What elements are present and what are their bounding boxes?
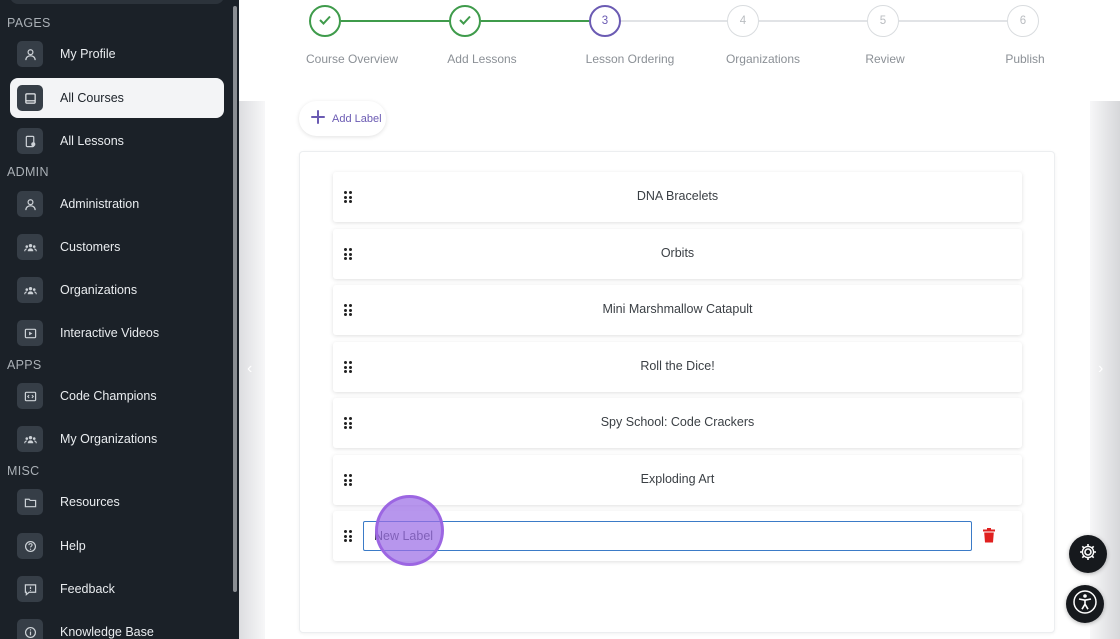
sidebar-item-label: Administration (60, 197, 140, 211)
code-icon (17, 383, 43, 409)
sidebar: PAGES My Profile All Courses All Lessons… (0, 0, 239, 639)
add-label-button[interactable]: Add Label (299, 101, 386, 136)
label-name-input[interactable] (363, 521, 972, 551)
sidebar-item-partial[interactable] (10, 0, 224, 4)
click-indicator (375, 495, 444, 566)
sidebar-item-feedback[interactable]: Feedback (10, 569, 224, 609)
step-2-label: Add Lessons (447, 52, 517, 66)
group-icon (17, 234, 43, 260)
accessibility-button[interactable] (1066, 585, 1104, 623)
sidebar-item-administration[interactable]: Administration (10, 184, 224, 224)
lesson-row[interactable]: DNA Bracelets (333, 172, 1022, 222)
sidebar-item-my-profile[interactable]: My Profile (10, 34, 224, 74)
plus-icon (311, 110, 325, 124)
sidebar-item-code-champions[interactable]: Code Champions (10, 376, 224, 416)
lesson-row[interactable]: Orbits (333, 229, 1022, 279)
sidebar-item-label: Interactive Videos (60, 326, 160, 340)
sidebar-item-label: Knowledge Base (60, 625, 154, 639)
lesson-row[interactable]: Roll the Dice! (333, 342, 1022, 392)
check-icon (319, 15, 331, 28)
lesson-title: Orbits (660, 246, 695, 260)
step-connector (899, 20, 1007, 22)
help-icon (17, 533, 43, 559)
course-stepper: 3 4 5 6 Course Overview Add Lessons Less… (239, 0, 1120, 80)
sidebar-item-all-lessons[interactable]: All Lessons (10, 121, 224, 161)
gear-icon (1078, 542, 1098, 567)
sidebar-item-label: Code Champions (60, 389, 157, 403)
lesson-title: Exploding Art (640, 472, 715, 486)
step-connector (759, 20, 867, 22)
step-1-circle[interactable] (309, 5, 341, 37)
sidebar-item-label: Feedback (60, 582, 115, 596)
group-icon (17, 426, 43, 452)
lesson-row[interactable]: Exploding Art (333, 455, 1022, 505)
sidebar-item-label: Customers (60, 240, 121, 254)
lesson-title: Mini Marshmallow Catapult (602, 302, 753, 316)
section-label-apps: APPS (7, 358, 42, 372)
step-6-circle[interactable]: 6 (1007, 5, 1039, 37)
sidebar-item-resources[interactable]: Resources (10, 482, 224, 522)
group-icon (17, 277, 43, 303)
sidebar-item-all-courses[interactable]: All Courses (10, 78, 224, 118)
settings-button[interactable] (1069, 535, 1107, 573)
main-content: 3 4 5 6 Course Overview Add Lessons Less… (239, 0, 1120, 639)
section-label-misc: MISC (7, 464, 40, 478)
sidebar-item-label: All Courses (60, 91, 124, 105)
step-1-label: Course Overview (305, 52, 399, 66)
step-5-circle[interactable]: 5 (867, 5, 899, 37)
feedback-icon (17, 576, 43, 602)
chevron-left-icon[interactable]: ‹ (247, 360, 252, 378)
sidebar-item-customers[interactable]: Customers (10, 227, 224, 267)
sidebar-item-help[interactable]: Help (10, 526, 224, 566)
step-2-circle[interactable] (449, 5, 481, 37)
section-label-admin: ADMIN (7, 165, 49, 179)
trash-icon[interactable] (983, 528, 995, 543)
lessons-icon (17, 128, 43, 154)
section-label-pages: PAGES (7, 16, 51, 30)
step-5-label: Review (865, 52, 905, 66)
step-connector (481, 20, 589, 22)
chevron-right-icon[interactable]: › (1098, 360, 1103, 378)
sidebar-scrollbar[interactable] (233, 6, 237, 592)
step-connector (621, 20, 727, 22)
step-6-label: Publish (1005, 52, 1045, 66)
accessibility-icon (1073, 589, 1097, 619)
step-connector (341, 20, 449, 22)
add-label-text: Add Label (332, 112, 382, 125)
video-icon (17, 320, 43, 346)
lesson-title: Roll the Dice! (640, 359, 715, 373)
lesson-title: Spy School: Code Crackers (600, 415, 755, 429)
lesson-row[interactable]: Mini Marshmallow Catapult (333, 285, 1022, 335)
app-root: PAGES My Profile All Courses All Lessons… (0, 0, 1120, 639)
info-icon (17, 619, 43, 639)
sidebar-item-label: Organizations (60, 283, 138, 297)
check-icon (459, 15, 471, 28)
sidebar-item-my-organizations[interactable]: My Organizations (10, 419, 224, 459)
sidebar-item-label: Resources (60, 495, 120, 509)
sidebar-item-label: My Profile (60, 47, 116, 61)
person-icon (17, 191, 43, 217)
step-4-label: Organizations (725, 52, 801, 66)
step-3-circle[interactable]: 3 (589, 5, 621, 37)
sidebar-item-organizations[interactable]: Organizations (10, 270, 224, 310)
step-4-circle[interactable]: 4 (727, 5, 759, 37)
step-3-label: Lesson Ordering (585, 52, 675, 66)
lesson-title: DNA Bracelets (636, 189, 719, 203)
person-icon (17, 41, 43, 67)
drag-handle-icon[interactable] (344, 530, 352, 542)
folder-icon (17, 489, 43, 515)
sidebar-item-label: My Organizations (60, 432, 158, 446)
lesson-row[interactable]: Spy School: Code Crackers (333, 398, 1022, 448)
sidebar-item-interactive-videos[interactable]: Interactive Videos (10, 313, 224, 353)
sidebar-item-label: All Lessons (60, 134, 124, 148)
course-icon (17, 85, 43, 111)
sidebar-item-knowledge-base[interactable]: Knowledge Base (10, 612, 224, 639)
sidebar-item-label: Help (60, 539, 86, 553)
